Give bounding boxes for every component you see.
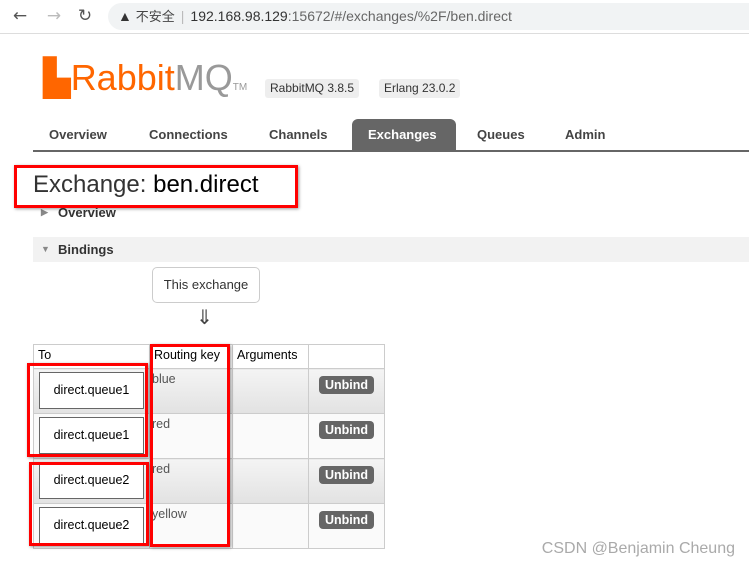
arguments: [232, 413, 309, 459]
col-arguments: Arguments: [232, 344, 309, 369]
tab-exchanges[interactable]: Exchanges: [352, 119, 456, 151]
rabbitmq-logo[interactable]: ▙RabbitMQTM: [43, 58, 247, 108]
watermark: CSDN @Benjamin Cheung: [541, 540, 735, 557]
highlight-queue2: [29, 462, 149, 546]
caret-down-icon: ▼: [41, 244, 50, 254]
erlang-badge: Erlang 23.0.2: [379, 79, 461, 98]
unbind-button[interactable]: Unbind: [319, 376, 375, 394]
reload-icon[interactable]: ↻: [75, 6, 95, 26]
unbind-button[interactable]: Unbind: [319, 421, 375, 439]
arguments: [232, 458, 309, 504]
warning-icon: ▲: [118, 8, 132, 24]
unbind-button[interactable]: Unbind: [319, 511, 375, 529]
unbind-button[interactable]: Unbind: [319, 466, 375, 484]
main-tabs: Overview Connections Channels Exchanges …: [33, 119, 749, 152]
bindings-section-toggle[interactable]: ▼ Bindings: [33, 237, 749, 262]
arguments: [232, 368, 309, 414]
url-path: :15672/#/exchanges/%2F/ben.direct: [287, 8, 512, 24]
col-actions: [307, 344, 386, 369]
down-arrow-icon: ⇓: [196, 305, 213, 329]
security-label: 不安全: [135, 9, 175, 24]
tab-channels[interactable]: Channels: [253, 119, 344, 151]
highlight-routing-keys: [150, 344, 230, 547]
back-icon[interactable]: ←: [10, 6, 30, 26]
logo-icon: ▙: [43, 57, 71, 98]
url-host: 192.168.98.129: [190, 8, 288, 24]
this-exchange-box: This exchange: [152, 267, 260, 303]
tab-overview[interactable]: Overview: [33, 119, 123, 151]
address-bar[interactable]: ▲ 不安全 | 192.168.98.129:15672/#/exchanges/%…: [108, 3, 749, 30]
tab-connections[interactable]: Connections: [133, 119, 244, 151]
version-badge: RabbitMQ 3.8.5: [265, 79, 360, 98]
forward-icon[interactable]: →: [44, 6, 64, 26]
tab-queues[interactable]: Queues: [461, 119, 541, 151]
highlight-queue1: [27, 363, 148, 457]
arguments: [232, 503, 309, 549]
highlight-title: [14, 165, 298, 208]
tab-admin[interactable]: Admin: [549, 119, 621, 151]
